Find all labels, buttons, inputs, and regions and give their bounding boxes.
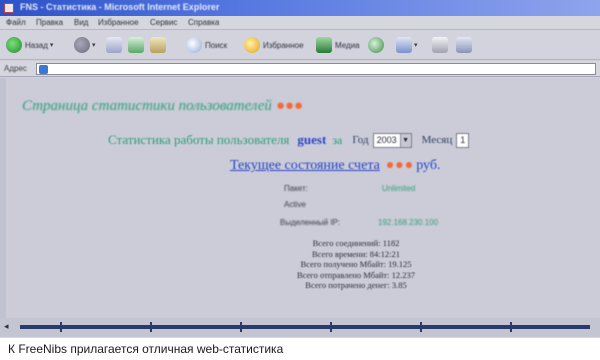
stat-time: Всего времени: 84:12:21 bbox=[312, 248, 400, 259]
caption-band: К FreeNibs прилагается отличная web-стат… bbox=[0, 337, 600, 360]
media-icon bbox=[316, 37, 332, 53]
search-icon bbox=[186, 37, 202, 53]
account-info-panel: Пакет: Unlimited Active Выделенный IP: 1… bbox=[276, 178, 472, 238]
stop-button[interactable] bbox=[106, 36, 122, 54]
scroll-tick bbox=[240, 322, 242, 332]
search-label: Поиск bbox=[205, 40, 228, 50]
mail-button[interactable]: ▾ bbox=[396, 36, 418, 54]
menu-view[interactable]: Вид bbox=[74, 18, 88, 27]
edit-icon bbox=[456, 37, 472, 53]
forward-button[interactable]: ▾ bbox=[74, 36, 96, 54]
chevron-down-icon: ▾ bbox=[49, 42, 54, 49]
chevron-down-icon: ▼ bbox=[399, 133, 411, 147]
balance-row: Текущее состояние счета ●●● руб. bbox=[230, 158, 440, 174]
ip-label: Выделенный IP: bbox=[280, 218, 341, 227]
address-label: Адрес bbox=[4, 64, 27, 73]
figure-caption: К FreeNibs прилагается отличная web-стат… bbox=[8, 342, 284, 356]
address-input[interactable] bbox=[36, 63, 596, 75]
scroll-tick bbox=[150, 322, 152, 332]
menu-bar: Файл Правка Вид Избранное Сервис Справка bbox=[0, 16, 600, 30]
stat-sent: Всего отправлено Мбайт: 12.237 bbox=[296, 269, 415, 280]
forward-arrow-icon bbox=[74, 37, 90, 53]
for-label: за bbox=[332, 132, 343, 147]
title-bar: FNS - Статистика - Microsoft Internet Ex… bbox=[0, 0, 600, 16]
history-button[interactable] bbox=[368, 36, 384, 54]
year-label: Год bbox=[352, 134, 369, 146]
refresh-button[interactable] bbox=[128, 36, 144, 54]
menu-file[interactable]: Файл bbox=[6, 18, 26, 27]
home-icon bbox=[150, 37, 166, 53]
home-button[interactable] bbox=[150, 36, 166, 54]
star-icon bbox=[244, 37, 260, 53]
scroll-tick bbox=[420, 322, 422, 332]
refresh-icon bbox=[128, 37, 144, 53]
page-title-text: Страница статистики пользователей bbox=[22, 98, 272, 114]
history-icon bbox=[368, 37, 384, 53]
mail-icon bbox=[396, 37, 412, 53]
scroll-left-icon[interactable]: ◂ bbox=[4, 321, 9, 332]
print-icon bbox=[432, 37, 448, 53]
stat-spent: Всего потрачено денег: 3.85 bbox=[305, 280, 407, 290]
month-label: Месяц bbox=[421, 134, 453, 146]
address-bar: Адрес bbox=[0, 61, 600, 77]
menu-edit[interactable]: Правка bbox=[36, 18, 63, 27]
page-title-dots: ●●● bbox=[275, 98, 304, 114]
ie-app-icon bbox=[4, 3, 14, 13]
balance-amount: ●●● bbox=[385, 158, 415, 173]
stat-received: Всего получено Мбайт: 19.125 bbox=[300, 259, 412, 269]
info-row2-label: Active bbox=[284, 200, 306, 209]
back-label: Назад bbox=[25, 40, 48, 50]
menu-help[interactable]: Справка bbox=[188, 18, 219, 27]
favorites-label: Избранное bbox=[263, 40, 304, 50]
page-content: Страница статистики пользователей ●●● Ста… bbox=[0, 78, 600, 318]
ip-value: 192.168.230.100 bbox=[378, 218, 439, 227]
media-label: Медиа bbox=[335, 40, 360, 50]
stats-title: Статистика работы пользователя bbox=[108, 132, 290, 147]
month-value: 1 bbox=[460, 135, 466, 145]
horizontal-scrollbar[interactable]: ◂ bbox=[0, 318, 600, 337]
search-button[interactable]: Поиск bbox=[186, 36, 227, 54]
stats-list: Всего соединений: 1182 Всего времени: 84… bbox=[256, 238, 456, 291]
page-icon bbox=[39, 65, 48, 74]
scroll-track bbox=[20, 325, 590, 329]
info-row1-label: Пакет: bbox=[284, 184, 308, 193]
scroll-tick bbox=[60, 322, 62, 332]
left-frame-edge bbox=[0, 78, 6, 318]
browser-window: FNS - Статистика - Microsoft Internet Ex… bbox=[0, 0, 600, 337]
back-button[interactable]: Назад ▾ bbox=[6, 36, 53, 54]
chevron-down-icon: ▾ bbox=[414, 42, 418, 49]
print-button[interactable] bbox=[432, 36, 448, 54]
scroll-tick bbox=[330, 322, 332, 332]
back-arrow-icon bbox=[6, 37, 22, 53]
balance-currency: руб. bbox=[416, 158, 441, 173]
stop-icon bbox=[106, 37, 122, 53]
menu-tools[interactable]: Сервис bbox=[150, 18, 177, 27]
username-link[interactable]: guest bbox=[297, 132, 326, 148]
stat-connections: Всего соединений: 1182 bbox=[312, 238, 400, 248]
media-button[interactable]: Медиа bbox=[316, 36, 360, 54]
stats-header-row: Статистика работы пользователя guest за … bbox=[108, 132, 470, 148]
window-title: FNS - Статистика - Microsoft Internet Ex… bbox=[20, 2, 220, 12]
favorites-button[interactable]: Избранное bbox=[244, 36, 304, 54]
year-select[interactable]: 2003 ▼ bbox=[372, 132, 412, 148]
toolbar: Назад ▾ ▾ Поиск Избранное Медиа ▾ bbox=[0, 30, 600, 60]
month-select[interactable]: 1 bbox=[456, 132, 470, 148]
balance-link[interactable]: Текущее состояние счета bbox=[230, 158, 380, 173]
menu-favorites[interactable]: Избранное bbox=[98, 18, 139, 27]
page-title: Страница статистики пользователей ●●● bbox=[22, 98, 303, 115]
chevron-down-icon: ▾ bbox=[92, 42, 96, 49]
edit-button[interactable] bbox=[456, 36, 472, 54]
info-row1-value: Unlimited bbox=[382, 184, 416, 193]
year-value: 2003 bbox=[376, 135, 397, 145]
scroll-tick bbox=[510, 322, 512, 332]
